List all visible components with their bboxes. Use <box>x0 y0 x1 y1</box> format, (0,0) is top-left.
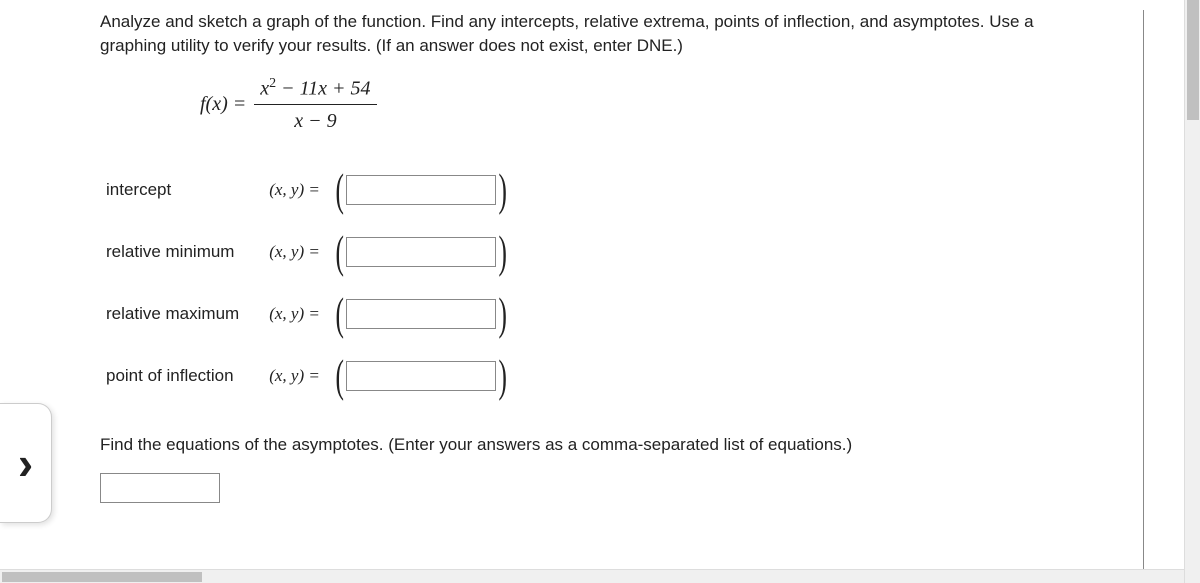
vertical-scrollbar-thumb[interactable] <box>1187 0 1199 120</box>
table-row: point of inflection (x, y) = ( ) <box>100 345 516 407</box>
table-row: relative minimum (x, y) = ( ) <box>100 221 516 283</box>
question-prompt: Analyze and sketch a graph of the functi… <box>100 10 1113 58</box>
point-of-inflection-input[interactable] <box>346 361 496 391</box>
fraction-denominator: x − 9 <box>288 105 342 135</box>
prompt-line-1: Analyze and sketch a graph of the functi… <box>100 12 1034 31</box>
prompt-line-2: graphing utility to verify your results.… <box>100 36 683 55</box>
row-label-inflection: point of inflection <box>100 345 263 407</box>
chevron-right-icon: › <box>18 440 33 486</box>
xy-equals: (x, y) = <box>263 345 326 407</box>
function-formula: f(x) = x2 − 11x + 54 x − 9 <box>200 74 1113 136</box>
relative-minimum-input[interactable] <box>346 237 496 267</box>
answers-table: intercept (x, y) = ( ) relative minimum … <box>100 159 516 407</box>
table-row: intercept (x, y) = ( ) <box>100 159 516 221</box>
question-inner: Analyze and sketch a graph of the functi… <box>100 10 1144 570</box>
row-label-intercept: intercept <box>100 159 263 221</box>
fraction-numerator: x2 − 11x + 54 <box>254 74 376 106</box>
table-row: relative maximum (x, y) = ( ) <box>100 283 516 345</box>
row-label-rel-max: relative maximum <box>100 283 263 345</box>
question-area: Analyze and sketch a graph of the functi… <box>60 0 1184 569</box>
fraction: x2 − 11x + 54 x − 9 <box>254 74 376 136</box>
relative-maximum-input[interactable] <box>346 299 496 329</box>
vertical-scrollbar[interactable] <box>1184 0 1200 583</box>
asymptote-row <box>100 473 1113 503</box>
horizontal-scrollbar-thumb[interactable] <box>2 572 202 582</box>
horizontal-scrollbar[interactable] <box>0 569 1184 583</box>
intercept-input[interactable] <box>346 175 496 205</box>
function-lhs: f(x) = <box>200 90 246 118</box>
xy-equals: (x, y) = <box>263 221 326 283</box>
side-panel-toggle[interactable]: › <box>0 403 52 523</box>
xy-equals: (x, y) = <box>263 159 326 221</box>
xy-equals: (x, y) = <box>263 283 326 345</box>
answer-cell: ( ) <box>326 159 516 221</box>
asymptotes-input[interactable] <box>100 473 220 503</box>
answer-cell: ( ) <box>326 345 516 407</box>
answer-cell: ( ) <box>326 283 516 345</box>
row-label-rel-min: relative minimum <box>100 221 263 283</box>
asymptote-prompt: Find the equations of the asymptotes. (E… <box>100 433 1113 457</box>
answer-cell: ( ) <box>326 221 516 283</box>
